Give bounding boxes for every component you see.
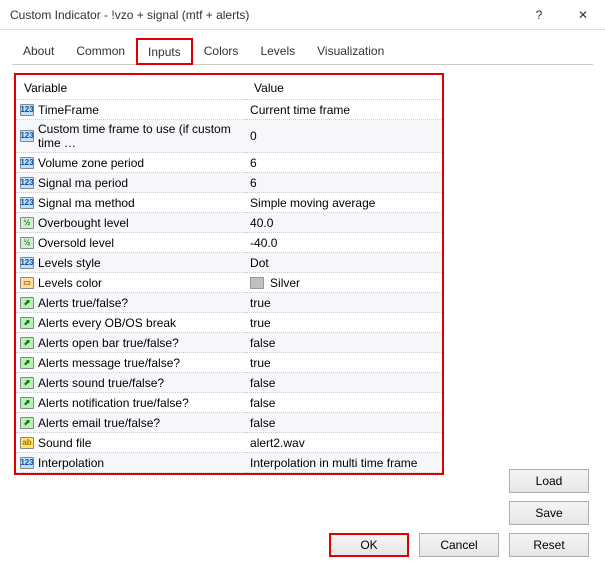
table-row[interactable]: 123 TimeFrame Current time frame [16,100,442,120]
value-label: false [250,376,275,390]
tab-colors[interactable]: Colors [193,38,250,65]
half-icon: ½ [20,237,34,249]
value-label: Dot [250,256,269,270]
dialog-content: AboutCommonInputsColorsLevelsVisualizati… [0,30,605,487]
value-label: 40.0 [250,216,273,230]
ab-icon: ab [20,437,34,449]
variable-label: Alerts every OB/OS break [38,316,176,330]
column-header-value[interactable]: Value [246,75,442,100]
chart-icon: ⬈ [20,357,34,369]
variable-label: Alerts email true/false? [38,416,160,430]
inputs-grid: Variable Value 123 TimeFrame Current time … [16,75,442,473]
table-row[interactable]: 123 Custom time frame to use (if custom t… [16,120,442,153]
variable-label: Volume zone period [38,156,144,170]
table-row[interactable]: ⬈ Alerts notification true/false? false [16,393,442,413]
help-button[interactable]: ? [517,0,561,30]
variable-label: Signal ma method [38,196,135,210]
value-label: true [250,296,271,310]
value-label: true [250,316,271,330]
value-label: Interpolation in multi time frame [250,456,417,470]
tab-common[interactable]: Common [65,38,136,65]
value-label: 6 [250,176,257,190]
variable-label: Overbought level [38,216,129,230]
123-icon: 123 [20,177,34,189]
value-label: Current time frame [250,103,350,117]
ok-button[interactable]: OK [329,533,409,557]
column-header-variable[interactable]: Variable [16,75,246,100]
titlebar: Custom Indicator - !vzo + signal (mtf + … [0,0,605,30]
value-label: alert2.wav [250,436,305,450]
variable-label: Signal ma period [38,176,128,190]
value-label: 6 [250,156,257,170]
table-row[interactable]: ⬈ Alerts every OB/OS break true [16,313,442,333]
table-row[interactable]: ▭ Levels color Silver [16,273,442,293]
half-icon: ½ [20,217,34,229]
value-label: false [250,396,275,410]
table-row[interactable]: 123 Volume zone period 6 [16,153,442,173]
chart-icon: ⬈ [20,377,34,389]
table-row[interactable]: 123 Signal ma period 6 [16,173,442,193]
variable-label: Alerts notification true/false? [38,396,189,410]
table-row[interactable]: ⬈ Alerts message true/false? true [16,353,442,373]
value-label: false [250,416,275,430]
123-icon: 123 [20,157,34,169]
table-row[interactable]: 123 Signal ma method Simple moving average [16,193,442,213]
123-icon: 123 [20,257,34,269]
table-row[interactable]: ⬈ Alerts sound true/false? false [16,373,442,393]
table-row[interactable]: ½ Oversold level -40.0 [16,233,442,253]
table-row[interactable]: ⬈ Alerts true/false? true [16,293,442,313]
tab-strip: AboutCommonInputsColorsLevelsVisualizati… [12,38,593,65]
123-icon: 123 [20,197,34,209]
inputs-panel: Variable Value 123 TimeFrame Current time … [14,73,444,475]
color-icon: ▭ [20,277,34,289]
tab-about[interactable]: About [12,38,65,65]
chart-icon: ⬈ [20,297,34,309]
variable-label: Sound file [38,436,91,450]
save-button[interactable]: Save [509,501,589,525]
variable-label: Oversold level [38,236,114,250]
tab-levels[interactable]: Levels [249,38,306,65]
variable-label: TimeFrame [38,103,99,117]
value-label: false [250,336,275,350]
dialog-footer: Load Save OK Cancel Reset [329,469,589,557]
tab-inputs[interactable]: Inputs [136,38,193,65]
color-swatch-icon [250,277,264,289]
table-row[interactable]: ab Sound file alert2.wav [16,433,442,453]
123-icon: 123 [20,457,34,469]
cancel-button[interactable]: Cancel [419,533,499,557]
tab-visualization[interactable]: Visualization [306,38,395,65]
table-row[interactable]: ⬈ Alerts email true/false? false [16,413,442,433]
123-icon: 123 [20,104,34,116]
chart-icon: ⬈ [20,417,34,429]
variable-label: Alerts open bar true/false? [38,336,179,350]
variable-label: Custom time frame to use (if custom time… [38,122,242,150]
123-icon: 123 [20,130,34,142]
close-button[interactable]: ✕ [561,0,605,30]
chart-icon: ⬈ [20,397,34,409]
table-row[interactable]: ⬈ Alerts open bar true/false? false [16,333,442,353]
variable-label: Levels color [38,276,102,290]
reset-button[interactable]: Reset [509,533,589,557]
variable-label: Interpolation [38,456,104,470]
variable-label: Alerts sound true/false? [38,376,164,390]
value-label: Silver [270,276,300,290]
value-label: true [250,356,271,370]
load-button[interactable]: Load [509,469,589,493]
variable-label: Levels style [38,256,101,270]
value-label: 0 [250,129,257,143]
value-label: Simple moving average [250,196,375,210]
variable-label: Alerts message true/false? [38,356,180,370]
table-row[interactable]: 123 Levels style Dot [16,253,442,273]
chart-icon: ⬈ [20,337,34,349]
table-row[interactable]: ½ Overbought level 40.0 [16,213,442,233]
value-label: -40.0 [250,236,277,250]
variable-label: Alerts true/false? [38,296,128,310]
chart-icon: ⬈ [20,317,34,329]
window-title: Custom Indicator - !vzo + signal (mtf + … [10,8,517,22]
